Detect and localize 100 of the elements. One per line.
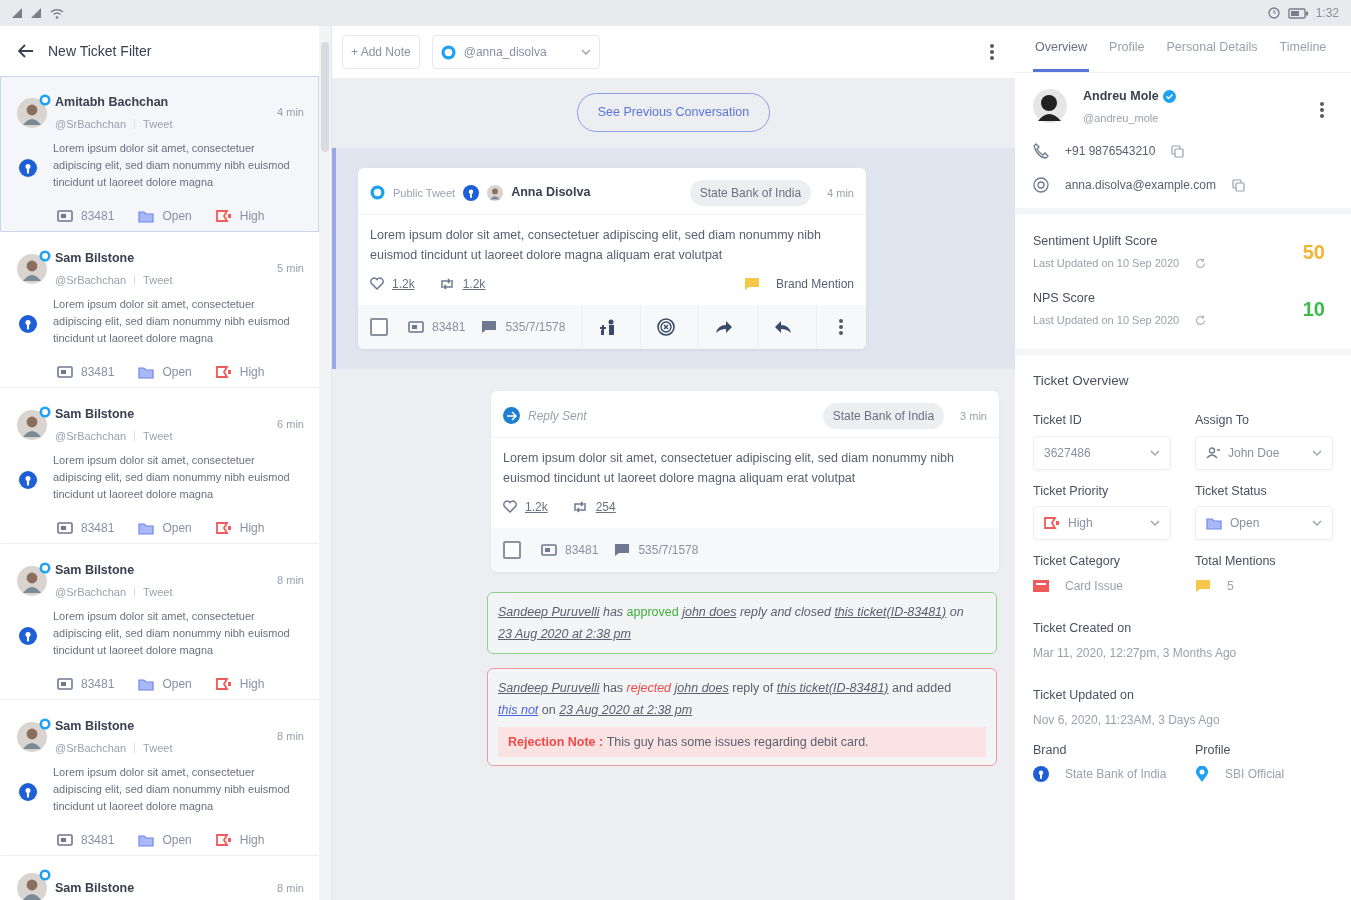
likes-count[interactable]: 1.2k [392,274,415,293]
reference-number: 535/7/1578 [505,318,566,336]
message-type: Reply Sent [528,407,587,425]
field-value: SBI Official [1225,766,1285,784]
select-field[interactable]: John Doe [1195,435,1333,470]
avatar-icon [17,565,47,596]
tab[interactable]: Overview [1033,26,1090,72]
divider-line [134,743,136,753]
chevron-down-icon[interactable] [1150,520,1160,527]
priority-label: High [239,832,265,850]
retweet-icon[interactable] [571,500,588,513]
folder-icon [138,521,155,535]
link[interactable]: 23 Aug 2020 at 2:38 pm [498,626,631,641]
more-icon[interactable] [1319,101,1325,120]
time-label: 8 min [277,880,304,896]
location-pin-icon [1195,766,1209,783]
field-value: State Bank of India [1065,766,1167,784]
field-label: Assign To [1195,411,1250,429]
wifi-icon [50,7,64,19]
refresh-icon[interactable] [1195,314,1207,326]
ticket-id: 83481 [432,318,466,336]
copy-icon[interactable] [1171,144,1185,158]
sender-name: Sam Bilstone [55,879,136,897]
scrollbar-thumb[interactable] [321,42,329,152]
link[interactable]: this ticket(ID-83481) [834,604,947,619]
priority-icon [215,366,232,379]
select-field[interactable]: Open [1195,506,1333,541]
retweets-count[interactable]: 1.2k [462,274,486,293]
chevron-down-icon[interactable] [1312,449,1322,456]
retweet-icon[interactable] [438,277,455,290]
message-preview: Lorem ipsum dolor sit amet, consectetuer adipiscing elit, sed diam nonummy nibh euismod tincidunt ut laoreet dolore magna [53,297,291,347]
close-icon[interactable] [656,317,675,336]
heart-icon[interactable] [370,277,384,291]
refresh-icon[interactable] [1195,257,1207,269]
sender-name: Sam Bilstone [55,562,136,579]
time-label: 5 min [277,261,304,277]
tab[interactable]: Profile [1107,26,1147,72]
reply-logo-icon [503,407,520,425]
chevron-down-icon[interactable] [1312,520,1322,527]
copy-icon[interactable] [1231,178,1245,192]
forward-icon[interactable] [715,319,734,334]
avatar-icon [487,184,504,201]
scrollbar[interactable] [319,26,331,900]
field-value: Nov 6, 2020, 11:23AM, 3 Days Ago [1033,711,1221,729]
divider-line [134,587,136,597]
add-note-button[interactable]: + Add Note [342,35,420,69]
priority-icon [215,834,232,847]
ticket-id: 83481 [81,520,115,538]
message-preview: Lorem ipsum dolor sit amet, consectetuer adipiscing elit, sed diam nonummy nibh euismod tincidunt ut laoreet dolore magna [53,141,291,191]
brand-icon [19,314,37,333]
link[interactable]: this ticket(ID-83481) [776,680,889,695]
priority-label: High [239,676,265,694]
link[interactable]: 23 Aug 2020 at 2:38 pm [559,702,693,717]
rejection-note: Rejection Note : This guy has some issues regarding debit card. [498,726,986,757]
link[interactable]: john does [682,604,737,619]
link[interactable]: Sandeep Puruvelli [498,680,600,695]
link[interactable]: john does [674,680,729,695]
heart-icon[interactable] [503,500,517,514]
flag-icon [614,542,631,557]
time-label: 3 min [960,408,987,424]
link[interactable]: Sandeep Puruvelli [498,604,600,619]
field-value: 5 [1227,578,1234,595]
folder-icon [138,209,155,223]
more-icon[interactable] [838,317,845,336]
ticket-id: 83481 [81,208,115,226]
field-label: Total Mentions [1195,553,1277,571]
more-icon[interactable] [989,43,995,61]
activity-note-text: Sandeep Puruvelli has approved john does reply and closed this ticket(ID-83481) on 23 Aug 2020 at 2:38 pm [498,603,965,643]
last-updated: Last Updated on 10 Sep 2020 [1033,255,1180,271]
field-label: Profile [1195,741,1232,759]
sender-handle: @SrBachchan [55,272,127,288]
sender-handle: @SrBachchan [55,428,127,444]
retweets-count[interactable]: 254 [595,497,616,516]
select-field[interactable]: High [1033,506,1171,541]
likes-count[interactable]: 1.2k [525,497,548,516]
ticket-id: 83481 [565,541,599,559]
reply-icon[interactable] [773,319,792,334]
source-label: Tweet [143,584,173,600]
sender-handle: @SrBachchan [55,116,127,132]
signal-icon [12,8,23,18]
account-dropdown[interactable]: @anna_disolva [431,35,600,69]
field-label: Ticket ID [1033,411,1083,429]
checkbox[interactable] [370,317,388,336]
folder-icon [138,677,155,691]
folder-icon [138,833,155,847]
message-text: Lorem ipsum dolor sit amet, consectetuer adipiscing elit, sed diam nonummy nibh euismod tincidunt ut laoreet dolore magna aliquam erat volutpat [369,226,822,264]
ticket-icon [57,522,73,535]
chevron-down-icon[interactable] [580,49,591,55]
assign-icon[interactable] [599,318,616,335]
link[interactable]: this not [498,702,539,717]
back-arrow-icon[interactable] [18,44,34,58]
brand-icon [19,158,37,177]
select-field[interactable]: 3627486 [1033,435,1171,470]
message-preview: Lorem ipsum dolor sit amet, consectetuer adipiscing elit, sed diam nonummy nibh euismod tincidunt ut laoreet dolore magna [53,453,291,503]
panel-title: New Ticket Filter [48,41,152,61]
tab[interactable]: Personal Details [1164,26,1260,72]
chevron-down-icon[interactable] [1150,449,1160,456]
message-preview: Lorem ipsum dolor sit amet, consectetuer adipiscing elit, sed diam nonummy nibh euismod tincidunt ut laoreet dolore magna [53,765,291,815]
checkbox[interactable] [503,540,521,559]
ticket-list-item[interactable]: Amitabh Bachchan @SrBachchan Tweet 4 min Lorem ipsum dolor sit amet, consectetuer adipiscing elit, sed diam nonummy nibh euismod tincidunt ut laoreet dolore magna 83481 Open High [0,76,319,232]
